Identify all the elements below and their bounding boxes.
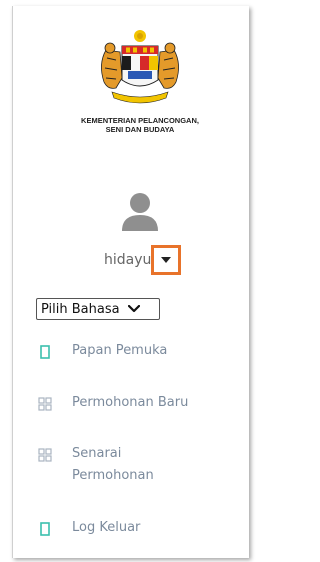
user-menu: hidayu <box>104 245 182 275</box>
menu-item-label: Senarai Permohonan <box>72 446 154 483</box>
username-label: hidayu <box>104 252 152 268</box>
grid-icon <box>38 397 52 411</box>
user-dropdown-toggle[interactable] <box>151 245 182 275</box>
bookmark-icon <box>40 522 50 536</box>
chevron-down-icon <box>127 305 140 313</box>
ministry-name: KEMENTERIAN PELANCONGAN, SENI DAN BUDAYA <box>40 116 240 134</box>
ministry-name-line2: SENI DAN BUDAYA <box>105 125 175 134</box>
menu-item-label: Permohonan Baru <box>72 395 189 410</box>
ministry-name-line1: KEMENTERIAN PELANCONGAN, <box>81 116 199 125</box>
menu-item-label: Papan Pemuka <box>72 343 168 358</box>
caret-down-icon <box>161 257 172 263</box>
language-select[interactable]: Pilih Bahasa <box>36 298 160 320</box>
coat-of-arms-logo <box>101 30 179 104</box>
menu-item-senarai-permohonan[interactable]: Senarai Permohonan <box>38 446 182 487</box>
language-select-value: Pilih Bahasa <box>41 301 120 317</box>
menu-item-log-keluar[interactable]: Log Keluar <box>38 520 140 539</box>
menu-item-permohonan-baru[interactable]: Permohonan Baru <box>38 395 188 414</box>
bookmark-icon <box>40 345 50 359</box>
menu-item-papan-pemuka[interactable]: Papan Pemuka <box>38 343 167 362</box>
grid-icon <box>38 448 52 462</box>
user-avatar-icon <box>122 193 158 231</box>
menu-item-label: Log Keluar <box>72 520 141 535</box>
